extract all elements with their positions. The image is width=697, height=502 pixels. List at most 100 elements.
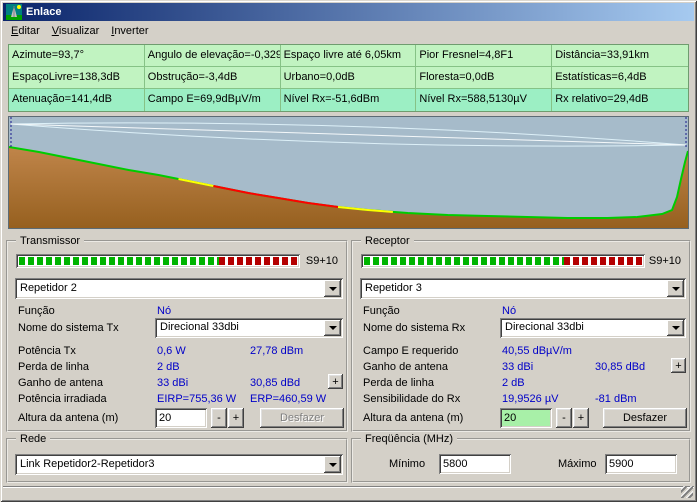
- rx-height-label: Altura da antena (m): [363, 412, 463, 424]
- rx-signal-level-label: S9+10: [649, 255, 681, 267]
- freq-max-input[interactable]: [605, 454, 677, 474]
- dropdown-arrow-icon[interactable]: [324, 456, 341, 473]
- tx-system-label: Nome do sistema Tx: [18, 322, 119, 334]
- group-title: Rede: [16, 432, 50, 446]
- rx-sens-uv: 19,9526 µV: [502, 393, 559, 405]
- rx-height-decrease-button[interactable]: -: [556, 408, 572, 428]
- info-cell-azimute: Azimute=93,7°: [9, 45, 145, 67]
- info-cell-elevacao: Angulo de elevação=-0,329°: [145, 45, 281, 67]
- dropdown-arrow-icon[interactable]: [667, 280, 684, 297]
- rx-gain-label: Ganho de antena: [363, 361, 448, 373]
- freq-min-input[interactable]: [439, 454, 511, 474]
- dropdown-arrow-icon[interactable]: [324, 280, 341, 297]
- tx-height-increase-button[interactable]: +: [228, 408, 244, 428]
- rx-height-increase-button[interactable]: +: [573, 408, 589, 428]
- rx-sens-dbm: -81 dBm: [595, 393, 637, 405]
- rx-sens-label: Sensibilidade do Rx: [363, 393, 460, 405]
- tx-signal-meter: [16, 254, 300, 268]
- status-bar: [3, 486, 694, 499]
- tx-erp-value: ERP=460,59 W: [250, 393, 326, 405]
- terrain-profile-chart: [8, 116, 689, 229]
- tx-radiated-label: Potência irradiada: [18, 393, 107, 405]
- tx-unit-selected: Repetidor 2: [20, 282, 322, 294]
- link-info-grid: Azimute=93,7° Angulo de elevação=-0,329°…: [8, 44, 689, 112]
- network-group: Rede Link Repetidor2-Repetidor3: [6, 438, 348, 483]
- terrain-profile-svg: [9, 117, 688, 228]
- tx-gain-plus-button[interactable]: +: [328, 374, 343, 389]
- tx-gain-dbd: 30,85 dBd: [250, 377, 300, 389]
- tx-gain-dbi: 33 dBi: [157, 377, 188, 389]
- rx-efield-value: 40,55 dBµV/m: [502, 345, 572, 357]
- menu-item-visualizar[interactable]: Visualizar: [46, 22, 106, 40]
- info-cell-urbano: Urbano=0,0dB: [281, 67, 417, 89]
- window-title: Enlace: [26, 6, 61, 18]
- info-row: EspaçoLivre=138,3dB Obstrução=-3,4dB Urb…: [9, 67, 688, 89]
- info-cell-rx-relativo: Rx relativo=29,4dB: [552, 89, 688, 111]
- transmitter-group: Transmissor S9+10 Repetidor 2 Função Nó …: [6, 240, 348, 432]
- tx-unit-combobox[interactable]: Repetidor 2: [15, 278, 343, 299]
- rx-gain-dbd: 30,85 dBd: [595, 361, 645, 373]
- info-cell-espacolivre-db: EspaçoLivre=138,3dB: [9, 67, 145, 89]
- rx-system-label: Nome do sistema Rx: [363, 322, 465, 334]
- dropdown-arrow-icon[interactable]: [667, 320, 684, 336]
- rx-line-loss-value: 2 dB: [502, 377, 525, 389]
- info-cell-pior-fresnel: Pior Fresnel=4,8F1: [416, 45, 552, 67]
- window-icon[interactable]: [6, 4, 22, 20]
- tx-system-combobox[interactable]: Direcional 33dbi: [155, 318, 343, 338]
- rx-height-input[interactable]: [500, 408, 552, 428]
- dropdown-arrow-icon[interactable]: [324, 320, 341, 336]
- tx-funcao-value: Nó: [157, 305, 171, 317]
- info-cell-floresta: Floresta=0,0dB: [416, 67, 552, 89]
- rx-funcao-label: Função: [363, 305, 400, 317]
- frequency-group: Freqüência (MHz) Mínimo Máximo: [351, 438, 691, 483]
- signal-meter-red-zone: [564, 257, 642, 265]
- info-row: Azimute=93,7° Angulo de elevação=-0,329°…: [9, 45, 688, 67]
- rx-gain-dbi: 33 dBi: [502, 361, 533, 373]
- signal-meter-red-zone: [219, 257, 297, 265]
- rx-line-loss-label: Perda de linha: [363, 377, 434, 389]
- group-title: Transmissor: [16, 234, 84, 248]
- tx-undo-button[interactable]: Desfazer: [260, 408, 344, 428]
- rx-unit-combobox[interactable]: Repetidor 3: [360, 278, 686, 299]
- info-cell-atenuacao: Atenuação=141,4dB: [9, 89, 145, 111]
- menu-item-inverter[interactable]: Inverter: [105, 22, 154, 40]
- tx-height-decrease-button[interactable]: -: [211, 408, 227, 428]
- info-cell-nivel-rx-uv: Nível Rx=588,5130µV: [416, 89, 552, 111]
- tx-power-dbm: 27,78 dBm: [250, 345, 303, 357]
- rx-system-combobox[interactable]: Direcional 33dbi: [500, 318, 686, 338]
- titlebar[interactable]: Enlace: [3, 3, 694, 21]
- tx-funcao-label: Função: [18, 305, 55, 317]
- network-selected: Link Repetidor2-Repetidor3: [20, 458, 322, 470]
- freq-min-label: Mínimo: [389, 458, 425, 470]
- resize-grip[interactable]: [681, 486, 693, 498]
- tx-power-watts: 0,6 W: [157, 345, 186, 357]
- tx-line-loss-label: Perda de linha: [18, 361, 89, 373]
- tx-height-input[interactable]: [155, 408, 207, 428]
- group-title: Receptor: [361, 234, 414, 248]
- signal-meter-green-zone: [364, 257, 564, 265]
- rx-unit-selected: Repetidor 3: [365, 282, 665, 294]
- group-title: Freqüência (MHz): [361, 432, 457, 446]
- rx-system-selected: Direcional 33dbi: [505, 321, 665, 333]
- tx-line-loss-value: 2 dB: [157, 361, 180, 373]
- tx-height-label: Altura da antena (m): [18, 412, 118, 424]
- rx-undo-button[interactable]: Desfazer: [603, 408, 687, 428]
- freq-max-label: Máximo: [558, 458, 597, 470]
- tx-gain-label: Ganho de antena: [18, 377, 103, 389]
- info-cell-estatisticas: Estatísticas=6,4dB: [552, 67, 688, 89]
- tx-eirp-value: EIRP=755,36 W: [157, 393, 236, 405]
- rx-efield-label: Campo E requerido: [363, 345, 458, 357]
- receiver-group: Receptor S9+10 Repetidor 3 Função Nó Nom…: [351, 240, 691, 432]
- menu-item-editar[interactable]: Editar: [5, 22, 46, 40]
- tx-signal-level-label: S9+10: [306, 255, 338, 267]
- info-cell-espaco-livre: Espaço livre até 6,05km: [281, 45, 417, 67]
- rx-funcao-value: Nó: [502, 305, 516, 317]
- rx-gain-plus-button[interactable]: +: [671, 358, 686, 373]
- rx-signal-meter: [361, 254, 645, 268]
- tx-system-selected: Direcional 33dbi: [160, 321, 322, 333]
- info-row: Atenuação=141,4dB Campo E=69,9dBµV/m Nív…: [9, 89, 688, 111]
- info-cell-campo-e: Campo E=69,9dBµV/m: [145, 89, 281, 111]
- enlace-window: Enlace Editar Visualizar Inverter Azimut…: [0, 0, 697, 502]
- info-cell-nivel-rx-dbm: Nível Rx=-51,6dBm: [281, 89, 417, 111]
- network-combobox[interactable]: Link Repetidor2-Repetidor3: [15, 454, 343, 475]
